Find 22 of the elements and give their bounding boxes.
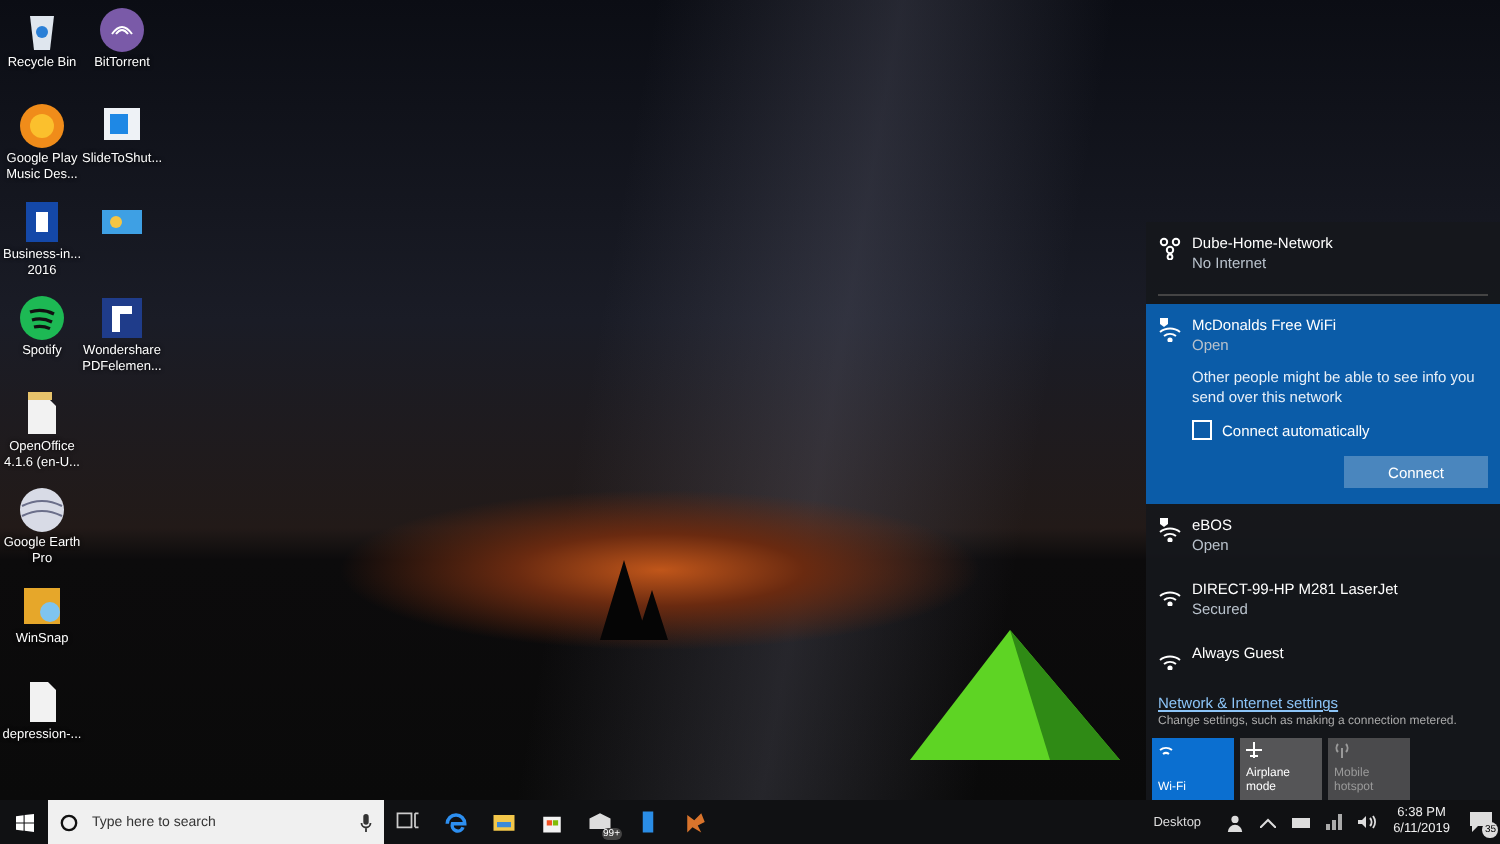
network-icon xyxy=(1158,236,1182,260)
hotspot-icon xyxy=(1334,742,1350,758)
microphone-icon xyxy=(360,813,372,831)
checkbox[interactable] xyxy=(1192,420,1212,440)
chevron-up-icon xyxy=(1259,817,1276,827)
windows-logo-icon xyxy=(15,813,33,831)
speaker-icon xyxy=(1357,814,1376,830)
airplane-icon xyxy=(1246,742,1262,758)
battery-icon xyxy=(1291,817,1310,827)
spotify-icon xyxy=(18,294,66,342)
pdf-icon xyxy=(98,294,146,342)
music-icon xyxy=(18,102,66,150)
network-icon xyxy=(1325,814,1342,830)
search-icon xyxy=(60,813,78,831)
trees-drawing xyxy=(600,560,668,640)
wifi-warning-icon xyxy=(1158,318,1182,342)
globe-icon xyxy=(18,486,66,534)
people-icon xyxy=(1225,813,1244,831)
wifi-warning-icon xyxy=(1158,518,1182,542)
wifi-icon xyxy=(1158,742,1174,758)
edge-icon xyxy=(442,808,470,836)
torrent-icon xyxy=(98,6,146,54)
